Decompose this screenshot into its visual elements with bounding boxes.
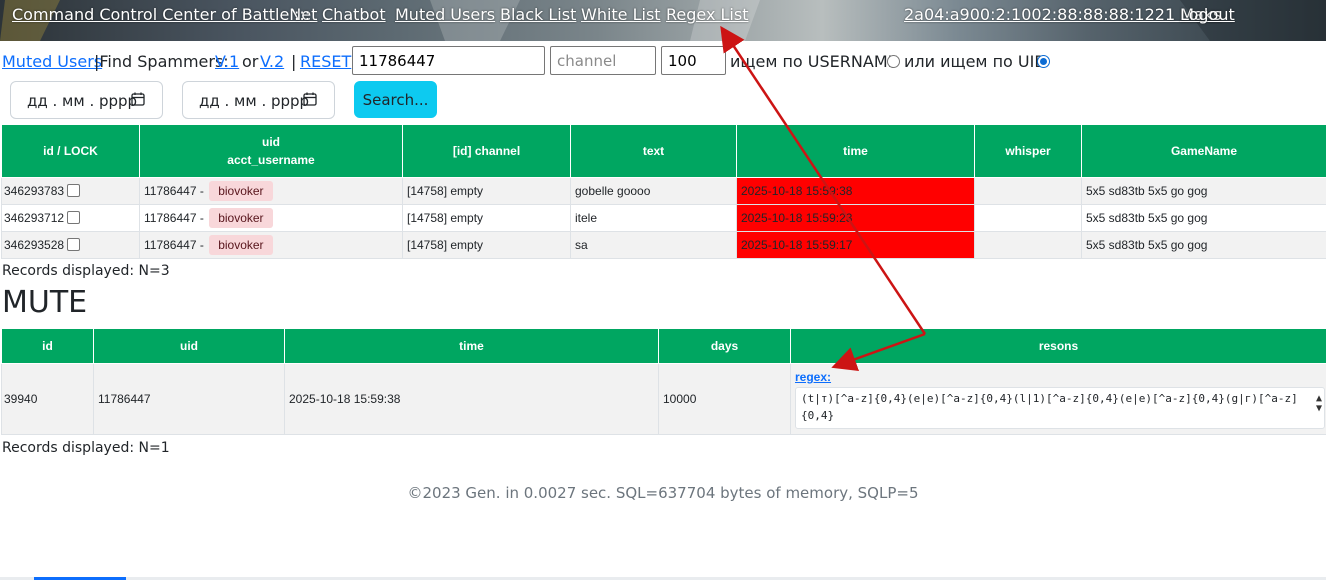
- nav-brand-link[interactable]: Command Control Center of BattleNet: [12, 6, 317, 24]
- lock-checkbox[interactable]: [67, 238, 81, 251]
- username-badge[interactable]: biovoker: [209, 235, 273, 255]
- cell-whisper: [974, 204, 1082, 232]
- table-row: 346293712 11786447 - biovoker [14758] em…: [1, 204, 1326, 232]
- cell-time: 2025-10-18 15:59:23: [736, 204, 975, 232]
- table-row: 346293528 11786447 - biovoker [14758] em…: [1, 231, 1326, 259]
- col-channel: [id] channel: [402, 124, 571, 178]
- textarea-scroll-icon[interactable]: ▲ ▼: [1316, 394, 1322, 414]
- col-acct-username: acct_username: [227, 153, 315, 167]
- cell-mute-time: 2025-10-18 15:59:38: [284, 363, 659, 435]
- cell-mute-id: 39940: [1, 363, 94, 435]
- regex-reason-text: (t|т)[^a-z]{0,4}(e|е)[^a-z]{0,4}(l|1)[^a…: [801, 392, 1298, 422]
- nav-link-muted-users[interactable]: Muted Users: [395, 6, 495, 24]
- lock-checkbox[interactable]: [67, 184, 81, 197]
- username-badge[interactable]: biovoker: [209, 208, 273, 228]
- records-displayed-mute: Records displayed: N=1: [2, 440, 170, 456]
- cell-id: 346293528: [1, 231, 140, 259]
- col-mute-time: time: [284, 328, 659, 364]
- uid-value: 11786447 -: [144, 238, 204, 252]
- muted-users-link[interactable]: Muted Users: [2, 52, 102, 71]
- cell-channel: [14758] empty: [402, 177, 571, 205]
- calendar-icon[interactable]: [303, 92, 317, 106]
- cell-id: 346293783: [1, 177, 140, 205]
- col-whisper: whisper: [974, 124, 1082, 178]
- cell-gamename: 5x5 sd83tb 5x5 go gog: [1081, 231, 1326, 259]
- cell-text: itele: [570, 204, 737, 232]
- message-id: 346293783: [4, 184, 65, 198]
- nav-link-white-list[interactable]: White List: [581, 6, 661, 24]
- reset-link[interactable]: RESET: [300, 52, 351, 71]
- records-displayed-messages: Records displayed: N=3: [2, 263, 170, 279]
- find-spammers-label: |Find Spammers:: [94, 52, 229, 71]
- footer-stats: ©2023 Gen. in 0.0027 sec. SQL=637704 byt…: [407, 484, 919, 502]
- cell-time: 2025-10-18 15:59:38: [736, 177, 975, 205]
- col-text: text: [570, 124, 737, 178]
- calendar-icon[interactable]: [131, 92, 145, 106]
- col-mute-id: id: [1, 328, 94, 364]
- cell-time: 2025-10-18 15:59:17: [736, 231, 975, 259]
- search-by-uid-radio[interactable]: [1037, 55, 1050, 68]
- nav-link-chatbot[interactable]: Chatbot: [322, 6, 386, 24]
- cell-mute-reason: regex: (t|т)[^a-z]{0,4}(e|е)[^a-z]{0,4}(…: [790, 363, 1326, 435]
- uid-value: 11786447 -: [144, 211, 204, 225]
- cell-channel: [14758] empty: [402, 204, 571, 232]
- cell-text: gobelle goooo: [570, 177, 737, 205]
- date-to-input[interactable]: дд . мм . рррр: [182, 81, 335, 119]
- cell-mute-days: 10000: [658, 363, 791, 435]
- cell-id: 346293712: [1, 204, 140, 232]
- regex-reason-link[interactable]: regex:: [795, 370, 1322, 384]
- nav-user-address[interactable]: 2a04:a900:2:1002:88:88:88:1221 Maks: [904, 6, 1221, 24]
- col-mute-uid: uid: [93, 328, 285, 364]
- search-by-username-radio[interactable]: [887, 55, 900, 68]
- col-mute-reasons: resons: [790, 328, 1326, 364]
- find-spammers-v2-link[interactable]: V.2: [260, 52, 284, 71]
- message-id: 346293528: [4, 238, 65, 252]
- col-gamename: GameName: [1081, 124, 1326, 178]
- search-by-uid-label: или ищем по UID: [904, 52, 1047, 71]
- regex-reason-textarea[interactable]: (t|т)[^a-z]{0,4}(e|е)[^a-z]{0,4}(l|1)[^a…: [795, 387, 1325, 429]
- cell-gamename: 5x5 sd83tb 5x5 go gog: [1081, 204, 1326, 232]
- col-uid-username: uid acct_username: [139, 124, 403, 178]
- cell-text: sa: [570, 231, 737, 259]
- nav-logout-link[interactable]: Logout: [1180, 6, 1235, 24]
- lock-checkbox[interactable]: [67, 211, 81, 224]
- message-id: 346293712: [4, 211, 65, 225]
- date-from-placeholder: дд . мм . рррр: [27, 92, 138, 110]
- cell-uid: 11786447 - biovoker: [139, 177, 403, 205]
- or-label: or: [242, 52, 259, 71]
- mute-table: id uid time days resons 39940 11786447 2…: [1, 328, 1326, 435]
- cell-gamename: 5x5 sd83tb 5x5 go gog: [1081, 177, 1326, 205]
- pipe-separator: |: [291, 52, 297, 71]
- cell-mute-uid: 11786447: [93, 363, 285, 435]
- col-time: time: [736, 124, 975, 178]
- find-spammers-v1-link[interactable]: V.1: [215, 52, 239, 71]
- nav-separator: :::: [294, 5, 311, 24]
- uid-search-input[interactable]: [352, 46, 545, 75]
- uid-value: 11786447 -: [144, 184, 204, 198]
- username-badge[interactable]: biovoker: [209, 181, 273, 201]
- cell-uid: 11786447 - biovoker: [139, 204, 403, 232]
- search-button[interactable]: Search...: [354, 81, 437, 118]
- table-row: 39940 11786447 2025-10-18 15:59:38 10000…: [1, 363, 1326, 435]
- mute-section-title: MUTE: [2, 285, 88, 320]
- search-by-username-label: ищем по USERNAME: [730, 52, 898, 71]
- col-uid: uid: [262, 135, 280, 149]
- cell-whisper: [974, 177, 1082, 205]
- cell-uid: 11786447 - biovoker: [139, 231, 403, 259]
- date-from-input[interactable]: дд . мм . рррр: [10, 81, 163, 119]
- messages-table: id / LOCK uid acct_username [id] channel…: [1, 124, 1326, 259]
- cell-whisper: [974, 231, 1082, 259]
- col-mute-days: days: [658, 328, 791, 364]
- table-row: 346293783 11786447 - biovoker [14758] em…: [1, 177, 1326, 205]
- limit-input[interactable]: [661, 46, 726, 75]
- top-nav-bar: Command Control Center of BattleNet ::: …: [0, 0, 1326, 41]
- date-to-placeholder: дд . мм . рррр: [199, 92, 310, 110]
- channel-input[interactable]: [550, 46, 656, 75]
- col-id-lock: id / LOCK: [1, 124, 140, 178]
- cell-channel: [14758] empty: [402, 231, 571, 259]
- nav-link-regex-list[interactable]: Regex List: [666, 6, 748, 24]
- nav-link-black-list[interactable]: Black List: [500, 6, 576, 24]
